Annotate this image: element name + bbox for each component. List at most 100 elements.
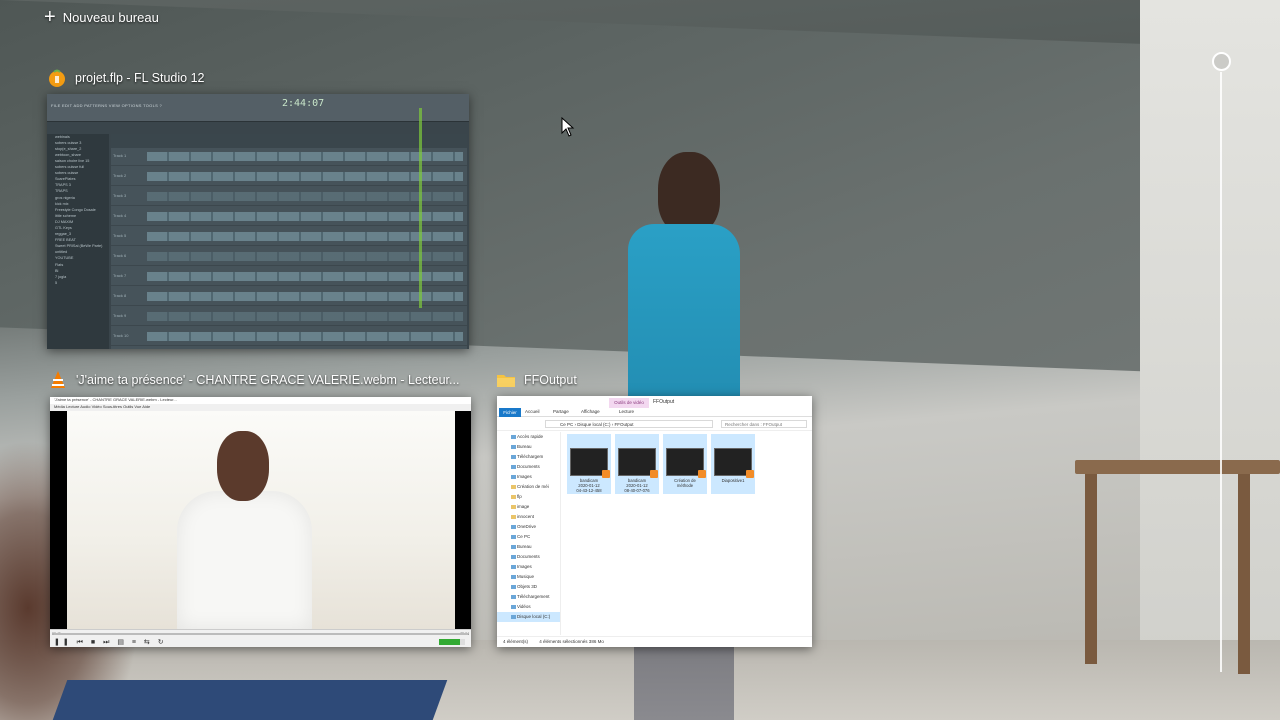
- fl-browser-item[interactable]: ScarePlates: [55, 177, 107, 183]
- fl-browser-item[interactable]: saison choire live 15: [55, 159, 107, 165]
- ribbon-tab-partage[interactable]: Partage: [553, 409, 569, 414]
- nav-item[interactable]: Disque local (C:): [497, 612, 560, 622]
- nav-item[interactable]: OneDrive: [497, 522, 560, 532]
- nav-item[interactable]: Bureau: [497, 542, 560, 552]
- fl-pattern-clips[interactable]: [147, 212, 463, 221]
- fl-browser-item[interactable]: gros nigeria: [55, 196, 107, 202]
- nav-item[interactable]: Vidéos: [497, 602, 560, 612]
- nav-item[interactable]: Création de méi: [497, 482, 560, 492]
- window-thumbnail-fl-studio[interactable]: FILE EDIT ADD PATTERNS VIEW OPTIONS TOOL…: [47, 94, 469, 349]
- nav-item[interactable]: Bureau: [497, 442, 560, 452]
- nav-item[interactable]: flp: [497, 492, 560, 502]
- ribbon-tab-accueil[interactable]: Accueil: [525, 409, 540, 414]
- vlc-controls: 00:49 05:04 ❚❚ ⏮ ■ ⏭ ▤ ≡ ⇆ ↻: [50, 629, 471, 647]
- ribbon-tab-affichage[interactable]: Affichage: [581, 409, 600, 414]
- nav-item[interactable]: Téléchargement: [497, 592, 560, 602]
- fl-pattern-clips[interactable]: [147, 272, 463, 281]
- nav-item[interactable]: Documents: [497, 552, 560, 562]
- timeline-scroll-thumb[interactable]: [1212, 52, 1231, 71]
- fl-browser-item[interactable]: little scheme: [55, 214, 107, 220]
- fl-pattern-clips[interactable]: [147, 312, 463, 321]
- fl-playlist-track[interactable]: Track 5: [111, 228, 467, 246]
- fl-playlist-track[interactable]: Track 4: [111, 208, 467, 226]
- status-count: 4 élément(s): [503, 639, 529, 644]
- fl-browser-item[interactable]: sobers cuisse 3: [55, 141, 107, 147]
- vlc-titlebar: 'J'aime ta présence' - CHANTRE GRACE VAL…: [50, 397, 471, 404]
- fl-browser-item[interactable]: reggae_3: [55, 232, 107, 238]
- fl-browser-item[interactable]: 7 jogla: [55, 275, 107, 281]
- fl-playlist-track[interactable]: Track 6: [111, 248, 467, 266]
- window-thumbnail-explorer[interactable]: Outils de vidéo FFOutput Fichier Accueil P…: [497, 396, 812, 647]
- fl-browser-item[interactable]: Sweet PRISal (BeWe Parte): [55, 244, 107, 250]
- nav-item[interactable]: Documents: [497, 462, 560, 472]
- window-title-text: 'J'aime ta présence' - CHANTRE GRACE VAL…: [76, 373, 460, 387]
- nav-item[interactable]: Téléchargem: [497, 452, 560, 462]
- fl-playlist-track[interactable]: Track 1: [111, 148, 467, 166]
- fl-browser-item[interactable]: Bl: [55, 269, 107, 275]
- fl-pattern-clips[interactable]: [147, 172, 463, 181]
- nav-item[interactable]: image: [497, 502, 560, 512]
- fl-browser-item[interactable]: Freestyle Congo Dosale: [55, 208, 107, 214]
- fl-pattern-clips[interactable]: [147, 292, 463, 301]
- fl-pattern-clips[interactable]: [147, 252, 463, 261]
- nav-item[interactable]: Musique: [497, 572, 560, 582]
- explorer-window-name: FFOutput: [653, 399, 675, 405]
- fl-browser-item[interactable]: TRAPS: [55, 189, 107, 195]
- video-file-icon: [618, 448, 658, 478]
- fl-browser-item[interactable]: webtoon_share: [55, 153, 107, 159]
- fl-playlist-track[interactable]: Track 9: [111, 308, 467, 326]
- fl-menu: FILE EDIT ADD PATTERNS VIEW OPTIONS TOOL…: [51, 103, 162, 108]
- fl-browser-item[interactable]: sobers cuisse full: [55, 165, 107, 171]
- vlc-volume-slider[interactable]: [439, 639, 465, 645]
- fl-browser-item[interactable]: webinais: [55, 135, 107, 141]
- address-bar[interactable]: Ce PC › Disque local (C:) › FFOutput: [545, 420, 713, 428]
- window-title-fl-studio[interactable]: projet.flp - FL Studio 12: [47, 67, 204, 89]
- ribbon-tab-lecture[interactable]: Lecture: [619, 409, 634, 414]
- fl-track-label: Track 3: [113, 193, 127, 198]
- file-item[interactable]: Création de méthode: [663, 434, 707, 494]
- fl-browser-item[interactable]: DJ MAXIM: [55, 220, 107, 226]
- context-tab: Outils de vidéo: [609, 398, 649, 408]
- fl-browser-item[interactable]: 5: [55, 281, 107, 287]
- fl-pattern-clips[interactable]: [147, 232, 463, 241]
- window-thumbnail-vlc[interactable]: 'J'aime ta présence' - CHANTRE GRACE VAL…: [50, 397, 471, 647]
- timeline-scroll-track[interactable]: [1220, 72, 1222, 672]
- fl-playlist-track[interactable]: Track 3: [111, 188, 467, 206]
- nav-item[interactable]: Images: [497, 562, 560, 572]
- nav-item[interactable]: Objets 3D: [497, 582, 560, 592]
- ribbon-tab-fichier[interactable]: Fichier: [499, 408, 521, 417]
- file-item[interactable]: bandicam 2020-01-12 08-40-07-076: [615, 434, 659, 494]
- fl-track-label: Track 10: [113, 333, 129, 338]
- nav-item[interactable]: Accès rapide: [497, 432, 560, 442]
- fl-browser-item[interactable]: Flats: [55, 263, 107, 269]
- vlc-playback-buttons[interactable]: ❚❚ ⏮ ■ ⏭ ▤ ≡ ⇆ ↻: [54, 638, 167, 647]
- file-item[interactable]: Diapositive1: [711, 434, 755, 494]
- fl-browser-item[interactable]: GTL Keys: [55, 226, 107, 232]
- new-desktop-button[interactable]: + Nouveau bureau: [44, 7, 159, 27]
- fl-playlist-track[interactable]: Track 2: [111, 168, 467, 186]
- search-input[interactable]: Rechercher dans : FFOutput: [721, 420, 807, 428]
- fl-browser-item[interactable]: kick mix: [55, 202, 107, 208]
- fl-playlist-panel: Track 1 Track 2 Track 3 Track 4 Track 5 Track…: [111, 134, 467, 349]
- fl-browser-item[interactable]: untitled: [55, 250, 107, 256]
- fl-playlist-track[interactable]: Track 10: [111, 328, 467, 346]
- fl-time-display: 2:44:07: [282, 98, 325, 109]
- fl-playlist-track[interactable]: Track 8: [111, 288, 467, 306]
- nav-item[interactable]: Ce PC: [497, 532, 560, 542]
- window-title-vlc[interactable]: 'J'aime ta présence' - CHANTRE GRACE VAL…: [48, 369, 459, 391]
- fl-browser-item[interactable]: TRAPS 3: [55, 183, 107, 189]
- vlc-seek-bar[interactable]: [54, 633, 467, 635]
- fl-playlist-track[interactable]: Track 7: [111, 268, 467, 286]
- status-selected: 4 éléments sélectionnés 386 Mo: [539, 639, 604, 644]
- fl-browser-item[interactable]: YOUTUBE: [55, 256, 107, 262]
- fl-browser-item[interactable]: FREE BEAT: [55, 238, 107, 244]
- fl-pattern-clips[interactable]: [147, 332, 463, 341]
- nav-item[interactable]: Images: [497, 472, 560, 482]
- fl-browser-item[interactable]: sobers cuisse: [55, 171, 107, 177]
- window-title-explorer[interactable]: FFOutput: [496, 369, 577, 391]
- fl-pattern-clips[interactable]: [147, 192, 463, 201]
- nav-item[interactable]: innocent: [497, 512, 560, 522]
- file-item[interactable]: bandicam 2020-01-12 04-43-12-458: [567, 434, 611, 494]
- fl-browser-item[interactable]: stop(e_share_2: [55, 147, 107, 153]
- fl-pattern-clips[interactable]: [147, 152, 463, 161]
